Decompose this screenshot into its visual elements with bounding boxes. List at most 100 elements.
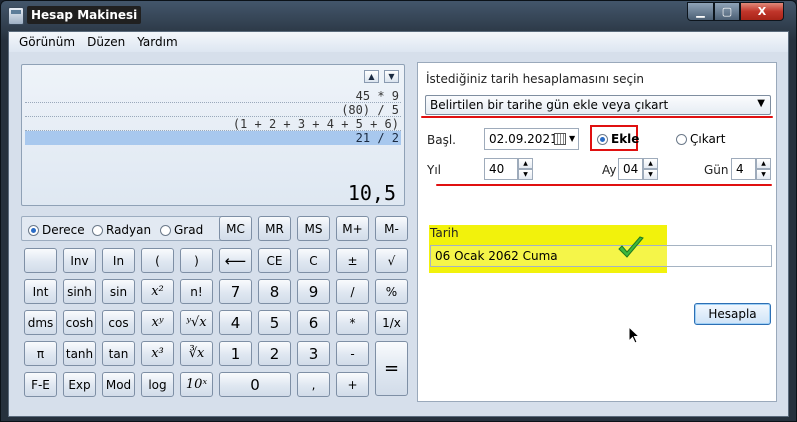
- mouse-cursor-icon: [628, 326, 640, 344]
- date-calculation-pane: İstediğiniz tarih hesaplamasını seçin Be…: [417, 62, 777, 402]
- calculation-mode-select[interactable]: Belirtilen bir tarihe gün ekle veya çıka…: [425, 95, 771, 115]
- key-reciprocal[interactable]: 1/x: [375, 310, 408, 335]
- radio-dot: [597, 133, 608, 145]
- key-sinh[interactable]: sinh: [63, 279, 96, 304]
- key-factorial[interactable]: n!: [180, 279, 213, 304]
- key-2[interactable]: 2: [258, 341, 291, 366]
- key-equals[interactable]: =: [375, 341, 408, 396]
- key-sqrt[interactable]: √: [375, 248, 408, 273]
- key-7[interactable]: 7: [219, 279, 252, 304]
- key-inv[interactable]: Inv: [63, 248, 96, 273]
- key-4[interactable]: 4: [219, 310, 252, 335]
- key-3[interactable]: 3: [297, 341, 330, 366]
- history-item[interactable]: (80) / 5: [25, 103, 401, 117]
- months-input[interactable]: 04: [618, 158, 643, 180]
- title-bar[interactable]: Hesap Makinesi ▁ ▢ X: [1, 1, 796, 31]
- menu-view[interactable]: Görünüm: [13, 32, 81, 52]
- close-button[interactable]: X: [740, 2, 784, 21]
- key-plus-minus[interactable]: ±: [336, 248, 369, 273]
- months-label: Ay: [602, 163, 617, 177]
- history-item[interactable]: (1 + 2 + 3 + 4 + 5 + 6): [25, 117, 401, 131]
- key-m-plus[interactable]: M+: [336, 216, 369, 241]
- radio-degrees[interactable]: Derece: [28, 223, 85, 237]
- radio-dot: [676, 133, 687, 145]
- annotation-underline: [436, 184, 772, 186]
- years-spinner[interactable]: ▲ ▼: [518, 158, 533, 180]
- radio-dot: [160, 224, 171, 236]
- window-title: Hesap Makinesi: [27, 6, 142, 24]
- key-divide[interactable]: /: [336, 279, 369, 304]
- key-mc[interactable]: MC: [219, 216, 252, 241]
- calculate-button[interactable]: Hesapla: [694, 303, 771, 325]
- key-1[interactable]: 1: [219, 341, 252, 366]
- minimize-button[interactable]: ▁: [687, 2, 714, 21]
- menu-edit[interactable]: Düzen: [81, 32, 131, 52]
- radio-dot: [92, 224, 103, 236]
- maximize-button[interactable]: ▢: [714, 2, 740, 21]
- key-open-paren[interactable]: (: [141, 248, 174, 273]
- radio-add[interactable]: Ekle: [597, 132, 639, 146]
- key-decimal[interactable]: ,: [297, 372, 330, 397]
- key-y-root[interactable]: ʸ√x: [180, 310, 213, 335]
- history-down-button[interactable]: ▼: [384, 70, 399, 83]
- client-area: Görünüm Düzen Yardım ▲ ▼ 45 * 9 (80) / 5…: [8, 31, 789, 417]
- key-8[interactable]: 8: [258, 279, 291, 304]
- key-subtract[interactable]: -: [336, 341, 369, 366]
- menu-help[interactable]: Yardım: [131, 32, 183, 52]
- days-spinner[interactable]: ▲ ▼: [756, 158, 771, 180]
- radio-radians[interactable]: Radyan: [92, 223, 151, 237]
- spin-up-icon[interactable]: ▲: [756, 158, 771, 169]
- key-tanh[interactable]: tanh: [63, 341, 96, 366]
- spin-down-icon[interactable]: ▼: [518, 169, 533, 180]
- months-spinner[interactable]: ▲ ▼: [643, 158, 658, 180]
- key-ln[interactable]: In: [102, 248, 135, 273]
- days-input[interactable]: 4: [731, 158, 756, 180]
- key-blank[interactable]: [24, 248, 57, 273]
- history-item[interactable]: 45 * 9: [25, 89, 401, 103]
- years-input[interactable]: 40: [484, 158, 518, 180]
- spin-down-icon[interactable]: ▼: [756, 169, 771, 180]
- key-close-paren[interactable]: ): [180, 248, 213, 273]
- key-sin[interactable]: sin: [102, 279, 135, 304]
- history-up-button[interactable]: ▲: [364, 70, 379, 83]
- key-cube[interactable]: x³: [141, 341, 174, 366]
- key-mod[interactable]: Mod: [102, 372, 135, 397]
- radio-subtract[interactable]: Çıkart: [676, 132, 725, 146]
- key-square[interactable]: x²: [141, 279, 174, 304]
- result-display: 10,5: [347, 181, 396, 205]
- key-dms[interactable]: dms: [24, 310, 57, 335]
- key-multiply[interactable]: *: [336, 310, 369, 335]
- radio-dot: [28, 224, 39, 236]
- key-fe[interactable]: F-E: [24, 372, 57, 397]
- calculator-icon: [8, 7, 24, 25]
- spin-up-icon[interactable]: ▲: [518, 158, 533, 169]
- key-ce[interactable]: CE: [258, 248, 291, 273]
- key-cube-root[interactable]: ∛x: [180, 341, 213, 366]
- key-mr[interactable]: MR: [258, 216, 291, 241]
- radio-grad[interactable]: Grad: [160, 223, 203, 237]
- backspace-key[interactable]: ⟵: [219, 248, 252, 273]
- spin-up-icon[interactable]: ▲: [643, 158, 658, 169]
- key-cosh[interactable]: cosh: [63, 310, 96, 335]
- history-item-selected[interactable]: 21 / 2: [25, 131, 401, 145]
- key-power[interactable]: xʸ: [141, 310, 174, 335]
- key-exp[interactable]: Exp: [63, 372, 96, 397]
- key-c[interactable]: C: [297, 248, 330, 273]
- key-m-minus[interactable]: M-: [375, 216, 408, 241]
- key-5[interactable]: 5: [258, 310, 291, 335]
- key-9[interactable]: 9: [297, 279, 330, 304]
- key-log[interactable]: log: [141, 372, 174, 397]
- spin-down-icon[interactable]: ▼: [643, 169, 658, 180]
- key-int[interactable]: Int: [24, 279, 57, 304]
- start-date-picker[interactable]: 02.09.2021 ▼: [484, 128, 579, 150]
- key-add[interactable]: +: [336, 372, 369, 397]
- dropdown-arrow-icon: ▼: [757, 98, 765, 109]
- key-6[interactable]: 6: [297, 310, 330, 335]
- key-pi[interactable]: π: [24, 341, 57, 366]
- key-tan[interactable]: tan: [102, 341, 135, 366]
- key-ten-power[interactable]: 10ˣ: [180, 372, 213, 397]
- key-ms[interactable]: MS: [297, 216, 330, 241]
- key-0[interactable]: 0: [219, 372, 291, 397]
- key-percent[interactable]: %: [375, 279, 408, 304]
- key-cos[interactable]: cos: [102, 310, 135, 335]
